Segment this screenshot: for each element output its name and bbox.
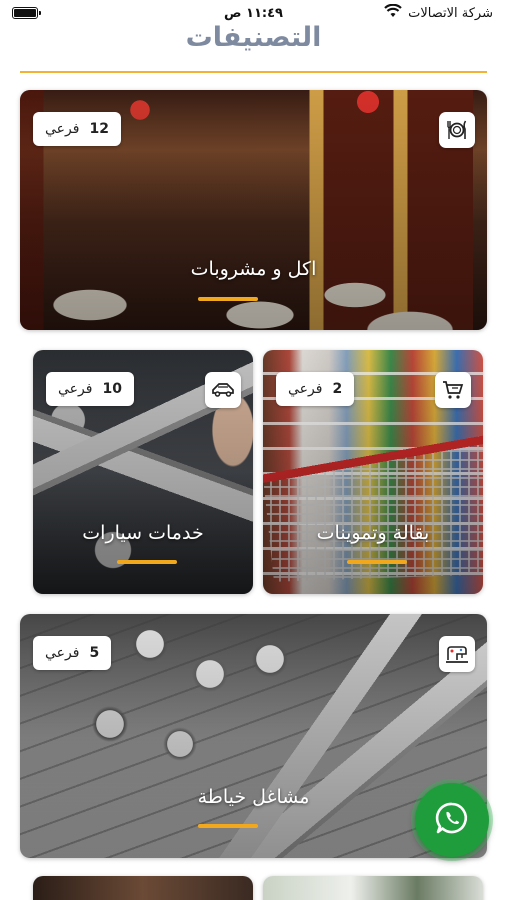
category-label: خدمات سيارات	[82, 522, 204, 544]
subcategory-count-badge: 5 فرعي	[33, 636, 112, 670]
subcategory-count-unit: فرعي	[45, 121, 80, 137]
shopping-cart-icon	[435, 372, 471, 408]
car-icon	[205, 372, 241, 408]
category-label: بقالة وتموينات	[316, 522, 430, 544]
restaurant-icon	[439, 112, 475, 148]
category-card-car-services[interactable]: 10 فرعي خدمات سيارات	[33, 350, 253, 594]
category-image	[263, 876, 483, 900]
status-right: شركة الاتصالات	[384, 3, 493, 22]
category-card-grocery[interactable]: 2 فرعي بقالة وتموينات	[263, 350, 483, 594]
category-card-partial-left[interactable]	[33, 876, 253, 900]
subcategory-count-unit: فرعي	[58, 381, 93, 397]
subcategory-count-badge: 10 فرعي	[46, 372, 134, 406]
categories-screen: ١١:٤٩ ص شركة الاتصالات التصنيفات 12 فرعي…	[0, 0, 507, 900]
category-image	[33, 876, 253, 900]
subcategory-count: 12	[89, 121, 109, 137]
subcategory-count: 2	[332, 381, 343, 397]
subcategory-count-unit: فرعي	[45, 645, 80, 661]
title-divider	[20, 71, 487, 73]
page-title: التصنيفات	[185, 22, 322, 53]
category-card-food[interactable]: 12 فرعي اكل و مشروبات	[20, 90, 487, 330]
wifi-icon	[384, 3, 402, 22]
subcategory-count-badge: 2 فرعي	[276, 372, 355, 406]
subcategory-count: 10	[102, 381, 122, 397]
whatsapp-button[interactable]	[415, 783, 489, 857]
whatsapp-icon	[433, 799, 471, 841]
battery-icon	[12, 7, 41, 19]
status-time: ١١:٤٩ ص	[224, 5, 283, 21]
subcategory-count: 5	[89, 645, 100, 661]
category-underline	[198, 824, 258, 828]
category-underline	[198, 297, 258, 301]
sewing-machine-icon	[439, 636, 475, 672]
category-underline	[347, 560, 407, 564]
carrier-name: شركة الاتصالات	[408, 5, 493, 21]
category-underline	[117, 560, 177, 564]
subcategory-count-unit: فرعي	[288, 381, 323, 397]
subcategory-count-badge: 12 فرعي	[33, 112, 121, 146]
category-label: اكل و مشروبات	[190, 258, 317, 280]
category-card-partial-right[interactable]	[263, 876, 483, 900]
